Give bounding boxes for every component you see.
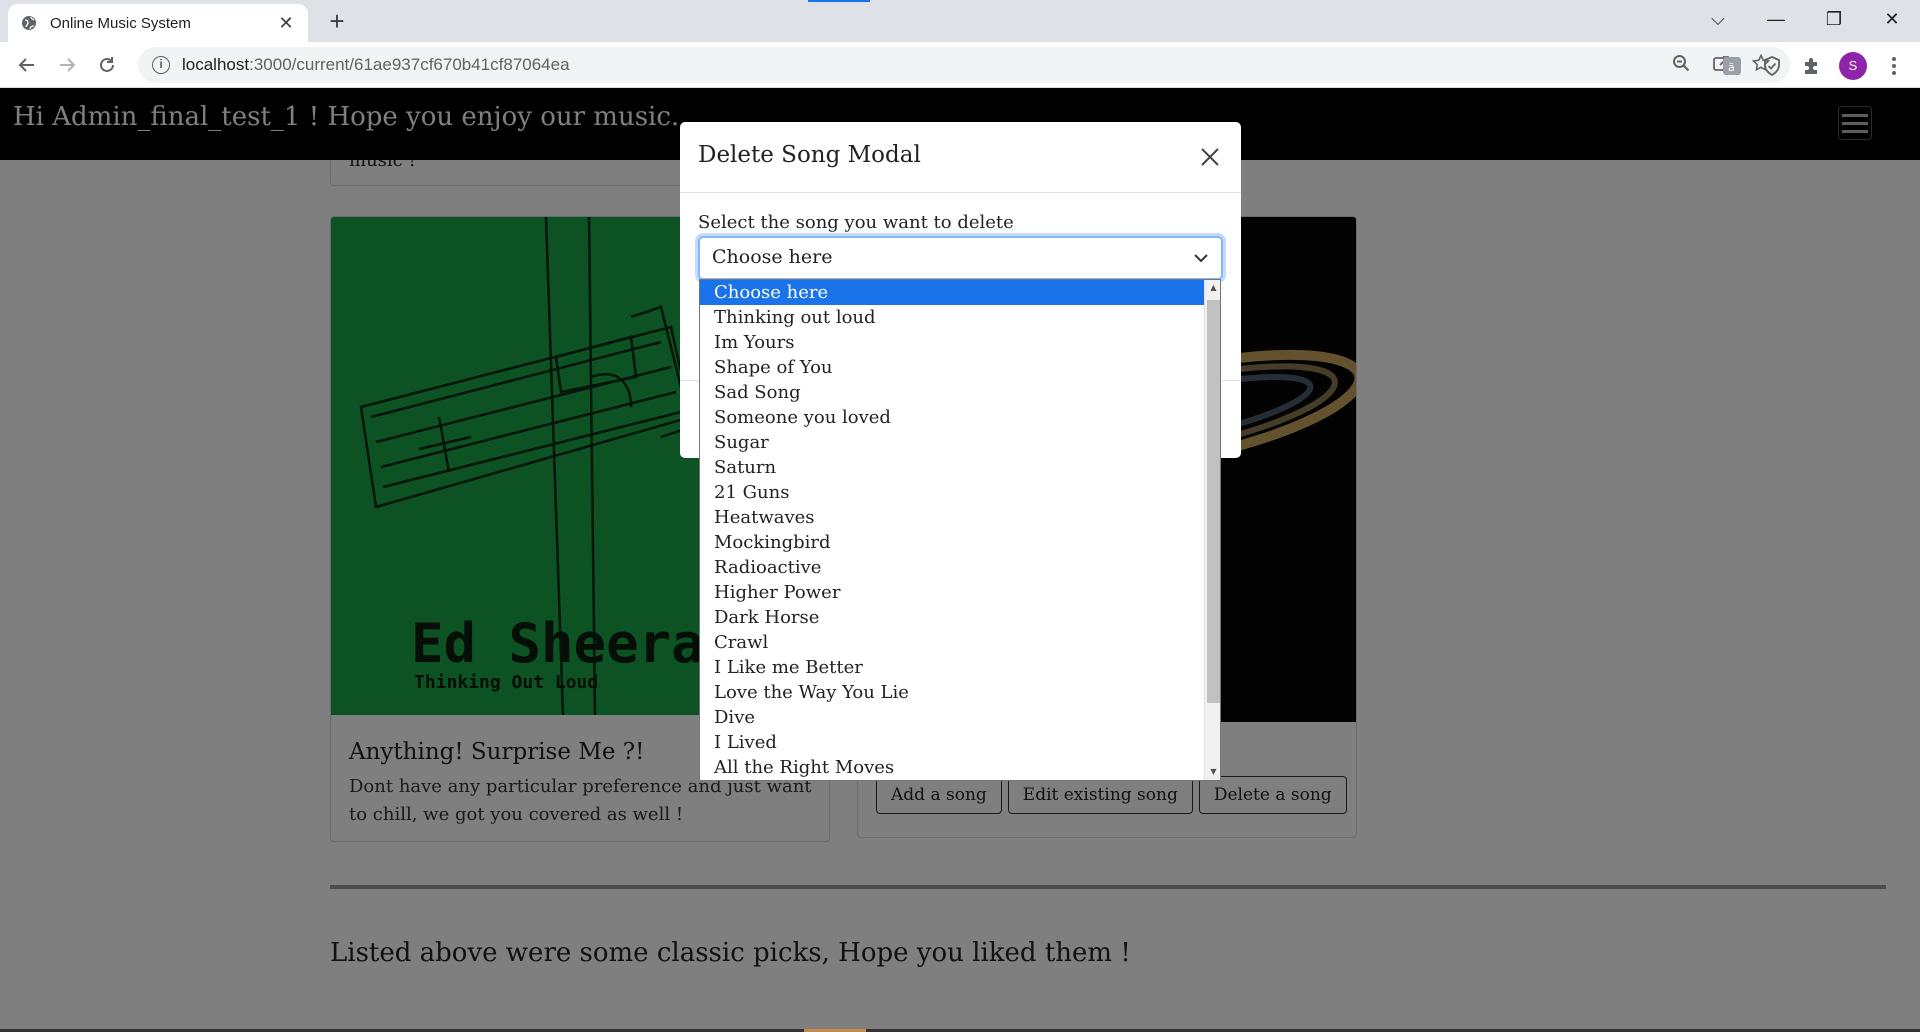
extension-shield-icon[interactable] [1758,52,1786,80]
minimize-window-button[interactable]: — [1748,0,1804,38]
song-option[interactable]: Choose here [700,280,1204,305]
dropdown-scrollbar[interactable]: ▲ ▼ [1204,280,1220,780]
modal-header: Delete Song Modal [680,122,1241,193]
close-window-button[interactable]: ✕ [1864,0,1920,38]
select-value: Choose here [712,246,833,268]
forward-arrow-icon[interactable] [51,49,83,81]
tab-close-icon[interactable]: ✕ [276,13,296,34]
song-option[interactable]: All the Right Moves [700,755,1204,780]
song-option[interactable]: 21 Guns [700,480,1204,505]
svg-text:ā: ā [1728,61,1735,74]
song-option[interactable]: I Lived [700,730,1204,755]
scroll-up-arrow-icon[interactable]: ▲ [1205,280,1220,296]
song-options-list[interactable]: Choose here Thinking out loud Im Yours Shap… [699,279,1221,781]
extension-translate-icon[interactable]: ā [1718,52,1746,80]
song-option[interactable]: Saturn [700,455,1204,480]
address-bar[interactable]: i localhost:3000/current/61ae937cf670b41… [138,47,1790,83]
song-option[interactable]: Shape of You [700,355,1204,380]
site-info-icon[interactable]: i [152,56,170,74]
song-option[interactable]: I Like me Better [700,655,1204,680]
song-option[interactable]: Heatwaves [700,505,1204,530]
browser-toolbar: i localhost:3000/current/61ae937cf670b41… [0,42,1920,88]
new-tab-button[interactable]: + [322,8,352,36]
browser-tab[interactable]: Online Music System ✕ [8,4,308,42]
song-option[interactable]: Dark Horse [700,605,1204,630]
song-option[interactable]: Sugar [700,430,1204,455]
song-option[interactable]: Sad Song [700,380,1204,405]
song-select[interactable]: Choose here [698,236,1223,280]
select-label: Select the song you want to delete [698,212,1014,233]
song-option[interactable]: Crawl [700,630,1204,655]
song-option[interactable]: Dive [700,705,1204,730]
song-option[interactable]: Mockingbird [700,530,1204,555]
scroll-down-arrow-icon[interactable]: ▼ [1205,764,1220,780]
song-option[interactable]: Higher Power [700,580,1204,605]
tab-strip-accent [808,0,870,2]
reload-icon[interactable] [91,49,123,81]
song-option[interactable]: Im Yours [700,330,1204,355]
song-option[interactable]: Love the Way You Lie [700,680,1204,705]
restore-window-button[interactable]: ❐ [1806,0,1862,38]
song-option[interactable]: Radioactive [700,555,1204,580]
profile-avatar[interactable]: S [1839,52,1867,80]
back-arrow-icon[interactable] [11,49,43,81]
modal-title: Delete Song Modal [698,142,921,168]
browser-tab-strip: Online Music System ✕ + ⌵ — ❐ ✕ [0,0,1920,42]
globe-icon [20,14,38,32]
browser-menu-icon[interactable] [1880,52,1908,80]
close-icon[interactable] [1195,142,1225,172]
tab-title: Online Music System [50,14,191,32]
song-option[interactable]: Someone you loved [700,405,1204,430]
address-url: localhost:3000/current/61ae937cf670b41cf… [182,55,570,74]
chevron-down-icon [1193,250,1209,270]
tab-search-chevron-icon[interactable]: ⌵ [1690,0,1746,38]
zoom-icon[interactable] [1666,54,1696,77]
extensions-puzzle-icon[interactable] [1798,52,1826,80]
scroll-thumb[interactable] [1207,300,1220,703]
song-option[interactable]: Thinking out loud [700,305,1204,330]
